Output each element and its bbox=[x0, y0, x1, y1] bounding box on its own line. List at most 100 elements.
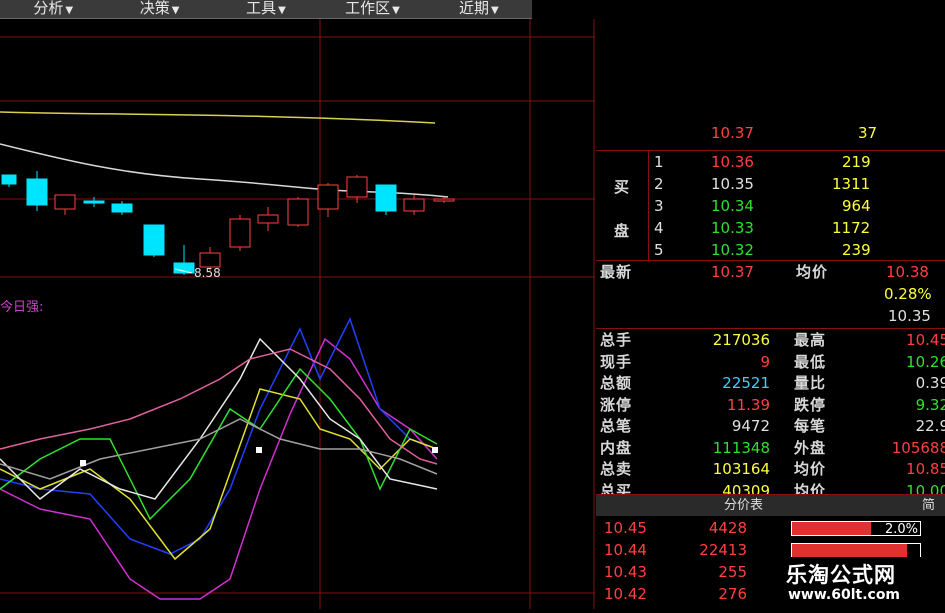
tab-price-table[interactable]: 分价表 bbox=[724, 495, 763, 516]
volume-bar-fill bbox=[792, 522, 872, 535]
stat-value: 10.26 bbox=[906, 352, 945, 371]
kline-chart[interactable]: 8.58 bbox=[0, 19, 595, 609]
stat-value: 0.39 bbox=[915, 374, 945, 392]
table-vol: 4428 bbox=[708, 519, 747, 537]
stat-value: 217036 bbox=[712, 331, 770, 349]
stat-value: 22521 bbox=[722, 374, 770, 392]
watermark-title: 乐淘公式网 bbox=[786, 563, 896, 587]
stat-label: 最低 bbox=[794, 352, 827, 371]
volume-pct: 2.0% bbox=[884, 522, 918, 537]
candle-body bbox=[26, 178, 48, 206]
table-vol: 276 bbox=[718, 585, 747, 603]
osc-marker bbox=[432, 447, 438, 453]
candle-body bbox=[317, 184, 339, 210]
stat-value: 105688 bbox=[891, 438, 945, 457]
candle-body bbox=[346, 176, 368, 198]
chevron-down-icon: ▼ bbox=[490, 4, 499, 16]
stat-label: 最高 bbox=[794, 331, 827, 349]
candle-body bbox=[433, 198, 455, 202]
watermark: 乐淘公式网 www.60lt.com bbox=[778, 557, 945, 609]
candle-body bbox=[229, 218, 251, 248]
change-row: 0.28% bbox=[596, 284, 945, 305]
stat-value: 10.45 bbox=[906, 331, 945, 349]
menu-tools[interactable]: 工具 ▼ bbox=[213, 0, 319, 20]
stat-row: 总卖 103164 均价 10.85 bbox=[596, 459, 945, 480]
menu-analysis-label: 分析 bbox=[33, 0, 64, 17]
bid-level: 5 bbox=[654, 241, 664, 259]
bid-row: 2 10.35 1311 bbox=[596, 174, 945, 195]
bid-level: 2 bbox=[654, 175, 664, 193]
stat-label: 均价 bbox=[794, 460, 827, 478]
menu-recent[interactable]: 近期 ▼ bbox=[426, 0, 532, 20]
stat-value: 103164 bbox=[712, 460, 770, 478]
menu-decision[interactable]: 决策 ▼ bbox=[106, 0, 212, 20]
stat-row: 现手 9 最低 10.26 bbox=[596, 352, 945, 373]
latest-label: 最新 bbox=[600, 263, 633, 281]
menu-tools-label: 工具 bbox=[246, 0, 277, 17]
table-price: 10.43 bbox=[604, 563, 647, 581]
prev-close-row: 10.35 bbox=[596, 306, 945, 327]
osc-line-white bbox=[0, 337, 438, 500]
stat-row: 总额 22521 量比 0.39 bbox=[596, 373, 945, 394]
candle-body bbox=[403, 198, 425, 212]
stat-value: 11.39 bbox=[727, 395, 770, 414]
menu-bar: 分析 ▼ 决策 ▼ 工具 ▼ 工作区 ▼ 近期 ▼ bbox=[0, 0, 532, 19]
osc-marker bbox=[80, 460, 86, 466]
stat-label: 涨停 bbox=[600, 395, 633, 414]
stat-row: 内盘 111348 外盘 105688 bbox=[596, 438, 945, 459]
bid-vol: 964 bbox=[842, 197, 871, 215]
table-vol: 255 bbox=[718, 563, 747, 581]
volume-bar bbox=[791, 543, 921, 558]
stat-row: 涨停 11.39 跌停 9.32 bbox=[596, 395, 945, 416]
ask-price: 10.37 bbox=[711, 124, 754, 142]
bid-price: 10.35 bbox=[711, 175, 754, 193]
bid-row: 4 10.33 1172 bbox=[596, 218, 945, 239]
candle-body bbox=[143, 224, 165, 256]
stat-label: 每笔 bbox=[794, 417, 827, 435]
stat-value: 111348 bbox=[712, 438, 770, 457]
osc-line-blue bbox=[0, 317, 438, 555]
stat-label: 内盘 bbox=[600, 438, 633, 457]
stat-label: 量比 bbox=[794, 374, 827, 392]
candle-body bbox=[83, 200, 105, 204]
stat-value: 10.85 bbox=[906, 460, 945, 478]
stat-label: 总卖 bbox=[600, 460, 633, 478]
bid-price: 10.36 bbox=[711, 153, 754, 171]
chevron-down-icon: ▼ bbox=[392, 4, 400, 16]
bid-vol: 1311 bbox=[832, 175, 871, 193]
menu-workspace[interactable]: 工作区 ▼ bbox=[319, 0, 425, 20]
tab-simple[interactable]: 简 bbox=[922, 495, 935, 516]
stat-label: 总手 bbox=[600, 331, 633, 349]
bid-level: 4 bbox=[654, 219, 664, 237]
price-table-tabbar: 分价表 简 bbox=[596, 495, 945, 516]
volume-bar-fill bbox=[792, 544, 908, 557]
menu-analysis[interactable]: 分析 ▼ bbox=[0, 0, 106, 20]
candle-body bbox=[287, 198, 309, 226]
stat-value: 9472 bbox=[731, 417, 770, 435]
partial-ask-row: 10.37 37 bbox=[596, 124, 945, 142]
bid-price: 10.34 bbox=[711, 197, 754, 215]
bid-price: 10.33 bbox=[711, 219, 754, 237]
stat-label: 总笔 bbox=[600, 417, 633, 435]
menu-recent-label: 近期 bbox=[458, 0, 489, 17]
table-vol: 22413 bbox=[699, 541, 747, 559]
oscillator-lines bbox=[0, 317, 438, 600]
bid-vol: 239 bbox=[842, 241, 871, 259]
stat-label: 外盘 bbox=[794, 438, 827, 457]
stat-label: 现手 bbox=[600, 352, 633, 371]
stat-value: 9.32 bbox=[915, 395, 945, 414]
chart-grid bbox=[0, 19, 595, 609]
candle-body bbox=[375, 184, 397, 212]
stat-row: 总手 217036 最高 10.45 bbox=[596, 330, 945, 351]
watermark-url: www.60lt.com bbox=[788, 587, 901, 603]
price-table-row: 10.45 4428 2.0% bbox=[596, 518, 945, 539]
osc-marker bbox=[256, 447, 262, 453]
chevron-down-icon: ▼ bbox=[65, 4, 74, 16]
table-price: 10.42 bbox=[604, 585, 647, 603]
menu-decision-label: 决策 bbox=[139, 0, 170, 17]
chevron-down-icon: ▼ bbox=[171, 4, 180, 16]
table-price: 10.44 bbox=[604, 541, 647, 559]
kline-chart-area[interactable]: 8.58 今日强: bbox=[0, 19, 595, 609]
quote-panel: 10.37 37 买 盘 1 10.36 219 2 10.35 1311 3 10.34 96… bbox=[596, 126, 945, 609]
menu-workspace-label: 工作区 bbox=[345, 0, 391, 17]
